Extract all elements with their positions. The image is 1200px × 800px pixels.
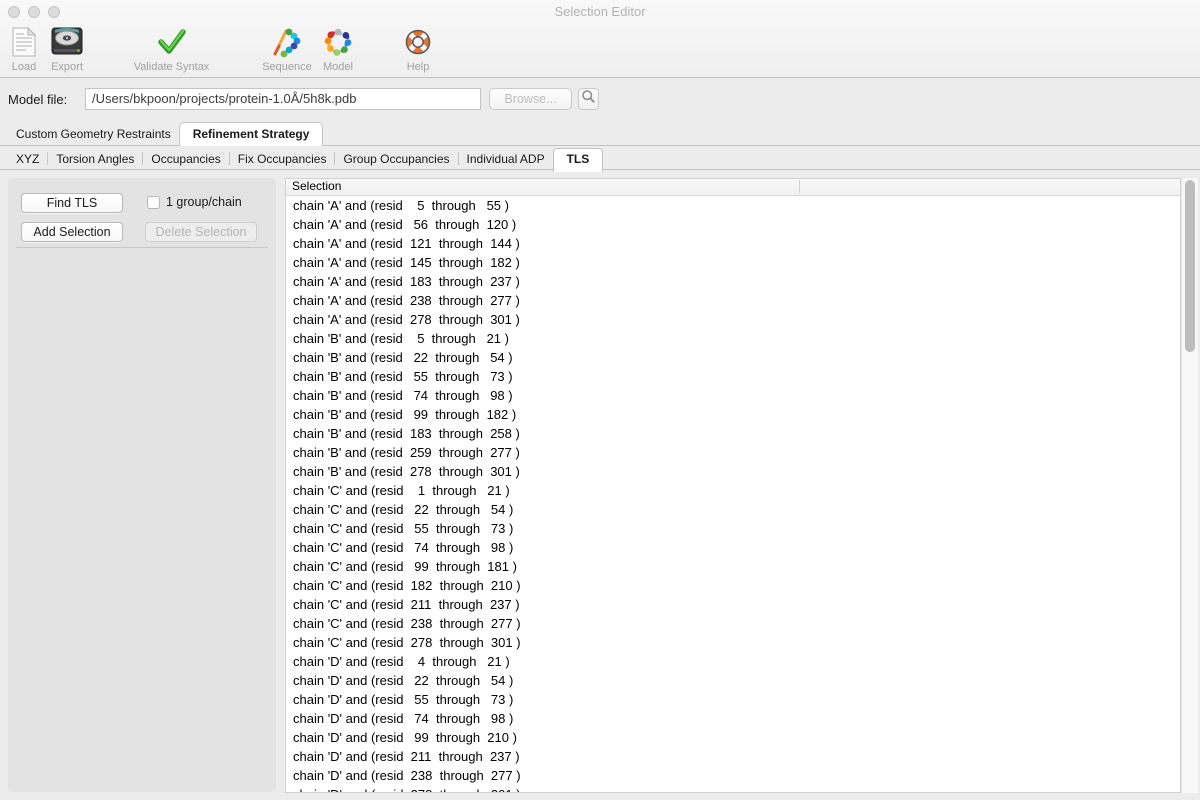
sequence-button[interactable]: Sequence — [255, 24, 319, 76]
toolbar: Selection Editor Load — [0, 0, 1200, 78]
list-item[interactable]: chain 'D' and (resid 4 through 21 ) — [286, 652, 1180, 671]
selection-list: Selection chain 'A' and (resid 5 through… — [285, 178, 1181, 793]
list-item[interactable]: chain 'C' and (resid 211 through 237 ) — [286, 595, 1180, 614]
model-icon — [322, 24, 354, 60]
list-item[interactable]: chain 'B' and (resid 22 through 54 ) — [286, 348, 1180, 367]
validate-syntax-button[interactable]: Validate Syntax — [124, 24, 219, 76]
help-icon — [403, 24, 433, 60]
tab-refinement-strategy[interactable]: Refinement Strategy — [179, 122, 324, 146]
list-item[interactable]: chain 'C' and (resid 182 through 210 ) — [286, 576, 1180, 595]
list-item[interactable]: chain 'C' and (resid 1 through 21 ) — [286, 481, 1180, 500]
tab-custom-geometry-restraints[interactable]: Custom Geometry Restraints — [8, 123, 179, 145]
load-button[interactable]: Load — [2, 24, 46, 76]
list-item[interactable]: chain 'A' and (resid 121 through 144 ) — [286, 234, 1180, 253]
subtab-group-occupancies[interactable]: Group Occupancies — [335, 148, 457, 170]
export-button[interactable]: Export — [44, 24, 90, 76]
subtab-torsion-angles[interactable]: Torsion Angles — [48, 148, 142, 170]
separator — [16, 247, 268, 248]
validate-syntax-label: Validate Syntax — [134, 61, 210, 73]
list-item[interactable]: chain 'B' and (resid 278 through 301 ) — [286, 462, 1180, 481]
main-tabbar: Custom Geometry Restraints Refinement St… — [0, 124, 1200, 146]
list-item[interactable]: chain 'D' and (resid 238 through 277 ) — [286, 766, 1180, 785]
refinement-subtabbar: XYZ Torsion Angles Occupancies Fix Occup… — [0, 148, 1200, 170]
list-item[interactable]: chain 'A' and (resid 56 through 120 ) — [286, 215, 1180, 234]
subtab-individual-adp[interactable]: Individual ADP — [459, 148, 553, 170]
list-item[interactable]: chain 'D' and (resid 22 through 54 ) — [286, 671, 1180, 690]
list-item[interactable]: chain 'A' and (resid 238 through 277 ) — [286, 291, 1180, 310]
export-label: Export — [51, 61, 83, 73]
search-button[interactable] — [578, 88, 599, 110]
list-item[interactable]: chain 'D' and (resid 211 through 237 ) — [286, 747, 1180, 766]
validate-syntax-icon — [157, 24, 187, 60]
list-header: Selection — [286, 179, 1180, 196]
titlebar: Selection Editor — [0, 0, 1200, 22]
browse-button[interactable]: Browse... — [489, 88, 572, 110]
list-item[interactable]: chain 'B' and (resid 74 through 98 ) — [286, 386, 1180, 405]
list-item[interactable]: chain 'C' and (resid 74 through 98 ) — [286, 538, 1180, 557]
group-per-chain-checkbox[interactable] — [147, 196, 160, 209]
load-label: Load — [12, 61, 36, 73]
delete-selection-button[interactable]: Delete Selection — [145, 222, 257, 242]
selection-editor-window: Selection Editor Load — [0, 0, 1200, 800]
window-title: Selection Editor — [0, 4, 1200, 19]
list-item[interactable]: chain 'C' and (resid 22 through 54 ) — [286, 500, 1180, 519]
help-button[interactable]: Help — [396, 24, 440, 76]
selection-column-header[interactable]: Selection — [286, 179, 1180, 194]
list-item[interactable]: chain 'B' and (resid 55 through 73 ) — [286, 367, 1180, 386]
tls-controls-panel: Find TLS 1 group/chain Add Selection Del… — [8, 178, 276, 792]
find-tls-button[interactable]: Find TLS — [21, 193, 123, 213]
sequence-label: Sequence — [262, 61, 312, 73]
model-label: Model — [323, 61, 353, 73]
list-item[interactable]: chain 'A' and (resid 278 through 301 ) — [286, 310, 1180, 329]
group-per-chain-label: 1 group/chain — [166, 195, 242, 209]
model-button[interactable]: Model — [314, 24, 362, 76]
model-file-input[interactable]: /Users/bkpoon/projects/protein-1.0Å/5h8k… — [85, 88, 481, 110]
subtab-fix-occupancies[interactable]: Fix Occupancies — [230, 148, 335, 170]
sequence-icon — [270, 24, 304, 60]
subtab-xyz[interactable]: XYZ — [8, 148, 47, 170]
list-item[interactable]: chain 'C' and (resid 278 through 301 ) — [286, 633, 1180, 652]
list-item[interactable]: chain 'C' and (resid 99 through 181 ) — [286, 557, 1180, 576]
list-item[interactable]: chain 'D' and (resid 99 through 210 ) — [286, 728, 1180, 747]
list-item[interactable]: chain 'A' and (resid 5 through 55 ) — [286, 196, 1180, 215]
list-item[interactable]: chain 'C' and (resid 55 through 73 ) — [286, 519, 1180, 538]
list-item[interactable]: chain 'D' and (resid 55 through 73 ) — [286, 690, 1180, 709]
list-item[interactable]: chain 'B' and (resid 5 through 21 ) — [286, 329, 1180, 348]
list-item[interactable]: chain 'A' and (resid 145 through 182 ) — [286, 253, 1180, 272]
list-item[interactable]: chain 'B' and (resid 183 through 258 ) — [286, 424, 1180, 443]
model-file-label: Model file: — [8, 92, 67, 107]
subtab-occupancies[interactable]: Occupancies — [143, 148, 228, 170]
scrollbar[interactable] — [1181, 178, 1198, 793]
column-divider — [799, 180, 800, 193]
help-label: Help — [407, 61, 430, 73]
list-item[interactable]: chain 'D' and (resid 278 through 301 ) — [286, 785, 1180, 792]
add-selection-button[interactable]: Add Selection — [21, 222, 123, 242]
search-icon — [581, 89, 596, 109]
load-icon — [10, 24, 38, 60]
list-item[interactable]: chain 'D' and (resid 74 through 98 ) — [286, 709, 1180, 728]
list-item[interactable]: chain 'B' and (resid 259 through 277 ) — [286, 443, 1180, 462]
selection-list-rows: chain 'A' and (resid 5 through 55 )chain… — [286, 196, 1180, 792]
subtab-tls[interactable]: TLS — [553, 148, 604, 172]
list-item[interactable]: chain 'A' and (resid 183 through 237 ) — [286, 272, 1180, 291]
export-icon — [49, 24, 85, 60]
list-item[interactable]: chain 'B' and (resid 99 through 182 ) — [286, 405, 1180, 424]
list-item[interactable]: chain 'C' and (resid 238 through 277 ) — [286, 614, 1180, 633]
scrollbar-thumb[interactable] — [1185, 180, 1195, 352]
